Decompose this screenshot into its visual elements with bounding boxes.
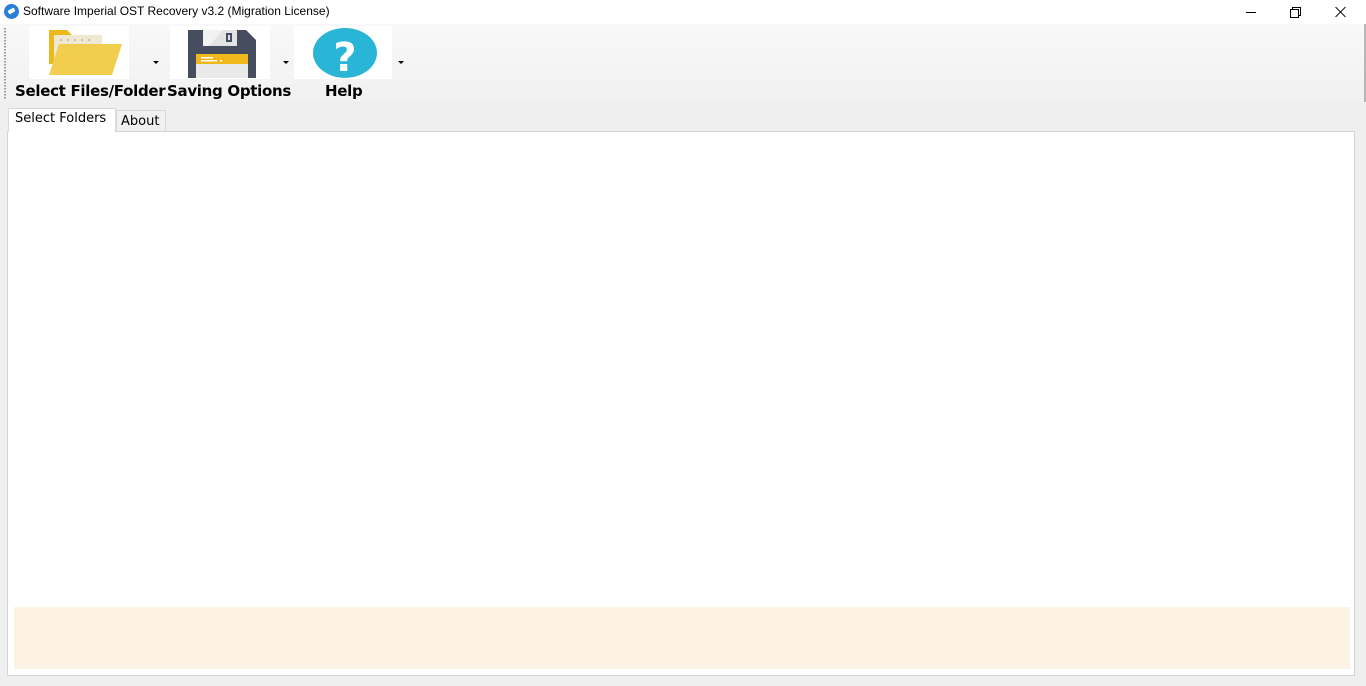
- folder-icon: [29, 26, 129, 79]
- help-label: Help: [325, 82, 363, 100]
- help-dropdown-arrow-icon[interactable]: [398, 61, 404, 64]
- minimize-icon: [1246, 11, 1256, 13]
- restore-icon: [1290, 7, 1301, 18]
- window-title: Software Imperial OST Recovery v3.2 (Mig…: [23, 4, 330, 18]
- tab-select-folders[interactable]: Select Folders: [8, 108, 116, 132]
- svg-text:?: ?: [333, 35, 356, 79]
- close-icon: [1335, 6, 1347, 18]
- saving-options-label: Saving Options: [167, 82, 291, 100]
- select-files-folder-label: Select Files/Folder: [15, 82, 166, 100]
- restore-button[interactable]: [1272, 0, 1318, 24]
- title-bar: Software Imperial OST Recovery v3.2 (Mig…: [0, 0, 1366, 24]
- saving-options-button[interactable]: Saving Options: [166, 24, 291, 102]
- help-icon: ?: [294, 26, 392, 81]
- toolbar-grip[interactable]: [4, 28, 6, 100]
- toolbar: Select Files/Folder Saving Options ? Hel…: [0, 24, 1366, 102]
- status-area: [14, 607, 1350, 669]
- minimize-button[interactable]: [1228, 0, 1274, 24]
- saving-options-dropdown-arrow-icon[interactable]: [283, 61, 289, 64]
- close-button[interactable]: [1318, 0, 1364, 24]
- select-files-folder-button[interactable]: Select Files/Folder: [14, 24, 166, 102]
- select-files-dropdown-arrow-icon[interactable]: [153, 61, 159, 64]
- tab-about[interactable]: About: [116, 110, 166, 131]
- floppy-disk-icon: [170, 26, 270, 79]
- help-button[interactable]: ? Help: [294, 24, 404, 102]
- select-folders-panel: [7, 131, 1355, 676]
- app-logo-icon: [4, 4, 19, 19]
